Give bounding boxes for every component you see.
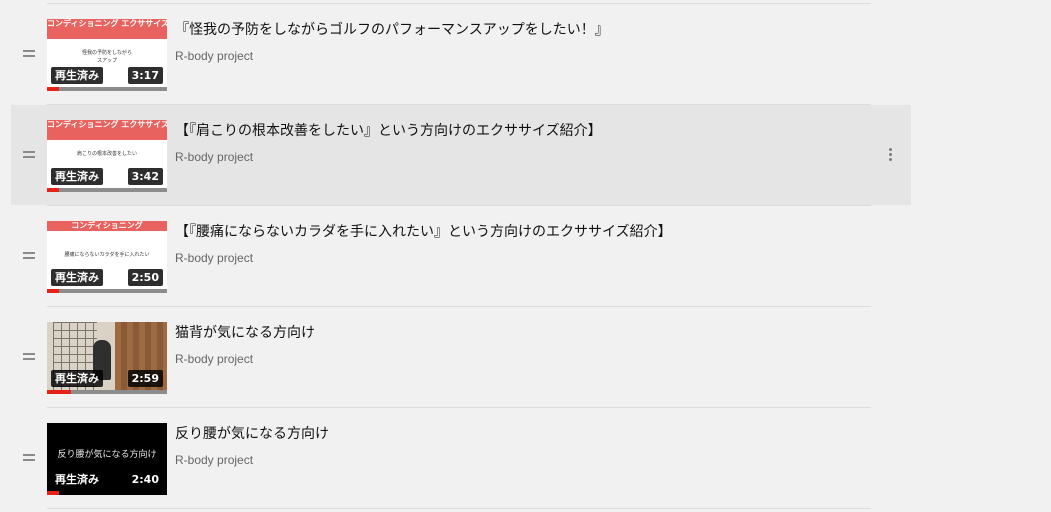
playlist-item[interactable]: 再生済み 2:59 猫背が気になる方向け R-body project <box>11 307 911 407</box>
watched-badge: 再生済み <box>51 168 103 185</box>
watch-progress-bar <box>47 87 167 91</box>
watch-progress-fill <box>47 289 59 293</box>
watch-progress-bar <box>47 390 167 394</box>
watch-progress-fill <box>47 188 59 192</box>
video-thumbnail[interactable]: 再生済み 2:59 <box>47 322 167 390</box>
thumbnail-banner-text: コンディショニング エクササイズ紹介 <box>47 19 167 39</box>
playlist: コンディショニング エクササイズ紹介 怪我の予防をしながら スアップ 再生済み … <box>0 0 1051 512</box>
channel-name[interactable]: R-body project <box>175 251 253 265</box>
duration-badge: 2:40 <box>131 473 159 486</box>
playlist-item[interactable]: 反り腰が気になる方向け 再生済み 2:40 反り腰が気になる方向け R-body… <box>11 408 911 508</box>
drag-handle-icon[interactable] <box>23 151 35 159</box>
left-panel-edge <box>0 0 10 512</box>
more-vert-icon[interactable] <box>887 148 893 164</box>
thumbnail-caption: 怪我の予防をしながら <box>81 50 132 56</box>
duration-badge: 3:42 <box>127 168 163 185</box>
watch-progress-bar <box>47 188 167 192</box>
drag-handle-icon[interactable] <box>23 454 35 462</box>
drag-handle-icon[interactable] <box>23 252 35 260</box>
video-thumbnail[interactable]: 反り腰が気になる方向け 再生済み 2:40 <box>47 423 167 491</box>
thumbnail-caption: 腰痛にならないカラダを手に入れたい <box>64 252 150 258</box>
playlist-item[interactable]: コンディショニング エクササイズ紹介 肩こりの根本改善をしたい 再生済み 3:4… <box>11 105 911 205</box>
video-title[interactable]: 『怪我の予防をしながらゴルフのパフォーマンスアップをしたい！』 <box>175 19 609 39</box>
video-thumbnail[interactable]: コンディショニング 腰痛にならないカラダを手に入れたい 再生済み 2:50 <box>47 221 167 289</box>
video-title[interactable]: 【『腰痛にならないカラダを手に入れたい』という方向けのエクササイズ紹介】 <box>175 221 672 241</box>
watch-progress-bar <box>47 289 167 293</box>
watch-progress-fill <box>47 491 59 495</box>
channel-name[interactable]: R-body project <box>175 49 253 63</box>
watch-progress-fill <box>47 87 59 91</box>
thumbnail-caption-2: スアップ <box>96 58 117 64</box>
duration-badge: 2:50 <box>127 269 163 286</box>
video-thumbnail[interactable]: コンディショニング エクササイズ紹介 怪我の予防をしながら スアップ 再生済み … <box>47 19 167 87</box>
thumbnail-caption: 反り腰が気になる方向け <box>57 450 157 460</box>
duration-badge: 3:17 <box>127 67 163 84</box>
video-title[interactable]: 【『肩こりの根本改善をしたい』という方向けのエクササイズ紹介】 <box>175 120 602 140</box>
video-title[interactable]: 反り腰が気になる方向け <box>175 423 329 443</box>
thumbnail-caption: 肩こりの根本改善をしたい <box>76 151 137 157</box>
channel-name[interactable]: R-body project <box>175 352 253 366</box>
channel-name[interactable]: R-body project <box>175 150 253 164</box>
divider <box>47 508 871 509</box>
channel-name[interactable]: R-body project <box>175 453 253 467</box>
drag-handle-icon[interactable] <box>23 353 35 361</box>
thumbnail-banner-text: コンディショニング エクササイズ紹介 <box>47 120 167 140</box>
watched-badge: 再生済み <box>51 67 103 84</box>
duration-badge: 2:59 <box>127 370 163 387</box>
playlist-item[interactable]: コンディショニング 腰痛にならないカラダを手に入れたい 再生済み 2:50 【『… <box>11 206 911 306</box>
video-thumbnail[interactable]: コンディショニング エクササイズ紹介 肩こりの根本改善をしたい 再生済み 3:4… <box>47 120 167 188</box>
watch-progress-bar <box>47 491 167 495</box>
watched-badge: 再生済み <box>55 473 99 486</box>
drag-handle-icon[interactable] <box>23 50 35 58</box>
watched-badge: 再生済み <box>51 370 103 387</box>
video-title[interactable]: 猫背が気になる方向け <box>175 322 315 342</box>
watch-progress-fill <box>47 390 71 394</box>
watched-badge: 再生済み <box>51 269 103 286</box>
playlist-item[interactable]: コンディショニング エクササイズ紹介 怪我の予防をしながら スアップ 再生済み … <box>11 4 911 104</box>
thumbnail-banner-text: コンディショニング <box>47 221 167 231</box>
